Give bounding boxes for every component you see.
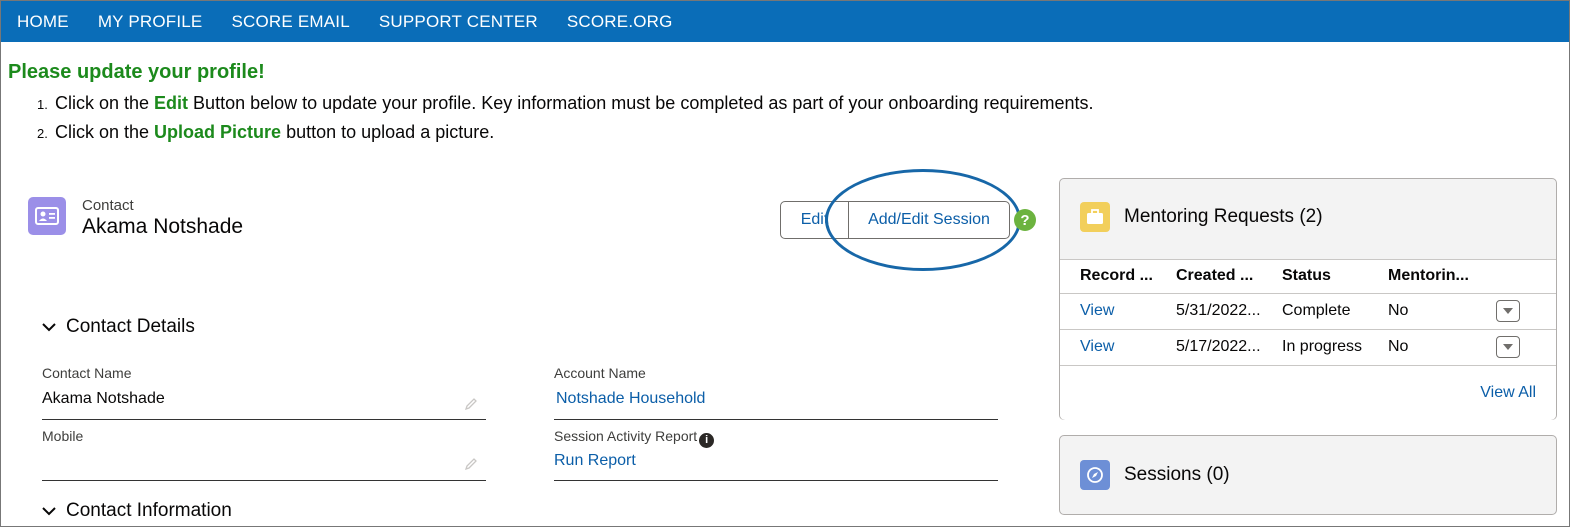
nav-support-center[interactable]: SUPPORT CENTER: [379, 12, 538, 32]
record-title: Akama Notshade: [82, 215, 244, 238]
nav-score-org[interactable]: SCORE.ORG: [567, 12, 673, 32]
pencil-icon[interactable]: [463, 456, 479, 472]
top-navigation: HOME MY PROFILE SCORE EMAIL SUPPORT CENT…: [1, 1, 1569, 42]
column-header[interactable]: Status: [1262, 260, 1368, 294]
contact-card-icon: [28, 197, 66, 235]
mentoring-table: Record ... Created ... Status Mentorin..…: [1060, 260, 1556, 366]
step-text-post: Button below to update your profile. Key…: [188, 93, 1094, 113]
field-divider: [554, 419, 998, 420]
briefcase-icon: [1080, 202, 1110, 232]
column-header-actions: [1476, 260, 1556, 294]
step-keyword: Edit: [154, 93, 189, 113]
chevron-down-icon: [42, 323, 56, 332]
field-divider: [42, 419, 486, 420]
row-status: Complete: [1262, 293, 1368, 330]
field-divider: [42, 480, 486, 481]
row-actions-cell: [1476, 293, 1556, 330]
sessions-card: Sessions (0): [1059, 435, 1557, 515]
notice-steps: 1. Click on the Edit Button below to upd…: [37, 93, 1094, 151]
row-action-menu-button[interactable]: [1496, 336, 1520, 358]
row-created: 5/31/2022...: [1156, 293, 1262, 330]
step-number: 2.: [37, 126, 48, 141]
highlight-annotation: [825, 169, 1021, 271]
notice-step: 2. Click on the Upload Picture button to…: [37, 122, 1094, 151]
step-text-pre: Click on the: [55, 93, 155, 113]
account-name-label: Account Name: [554, 365, 646, 381]
section-contact-details[interactable]: Contact Details: [39, 316, 195, 338]
notice-step: 1. Click on the Edit Button below to upd…: [37, 93, 1094, 122]
row-mentoring: No: [1368, 293, 1476, 330]
row-mentoring: No: [1368, 329, 1476, 366]
row-created: 5/17/2022...: [1156, 329, 1262, 366]
run-report-link[interactable]: Run Report: [554, 452, 636, 470]
view-all-link[interactable]: View All: [1480, 384, 1536, 402]
chevron-down-icon: [42, 507, 56, 516]
compass-icon: [1080, 460, 1110, 490]
section-title: Contact Information: [66, 500, 232, 521]
report-label-text: Session Activity Report: [554, 428, 698, 444]
notice-title: Please update your profile!: [8, 61, 265, 83]
nav-home[interactable]: HOME: [17, 12, 69, 32]
nav-my-profile[interactable]: MY PROFILE: [98, 12, 203, 32]
contact-name-label: Contact Name: [42, 365, 132, 381]
mobile-label: Mobile: [42, 428, 84, 444]
help-icon[interactable]: ?: [1014, 209, 1036, 231]
row-actions-cell: [1476, 329, 1556, 366]
step-text-pre: Click on the: [55, 122, 155, 142]
column-header[interactable]: Created ...: [1156, 260, 1262, 294]
card-header: Mentoring Requests (2): [1080, 202, 1323, 232]
table-header-row: Record ... Created ... Status Mentorin..…: [1060, 260, 1556, 294]
table-row: View 5/17/2022... In progress No: [1060, 329, 1556, 366]
row-view-link[interactable]: View: [1060, 329, 1156, 366]
pencil-icon[interactable]: [463, 396, 479, 412]
column-header[interactable]: Record ...: [1060, 260, 1156, 294]
info-icon[interactable]: i: [699, 432, 715, 448]
section-title: Contact Details: [66, 316, 195, 337]
row-view-link[interactable]: View: [1060, 293, 1156, 330]
card-header: Sessions (0): [1080, 460, 1230, 490]
account-name-link[interactable]: Notshade Household: [556, 390, 705, 408]
section-contact-information[interactable]: Contact Information: [39, 500, 232, 522]
triangle-down-icon: [1503, 308, 1513, 314]
page-frame: HOME MY PROFILE SCORE EMAIL SUPPORT CENT…: [0, 0, 1570, 527]
step-number: 1.: [37, 97, 48, 112]
row-action-menu-button[interactable]: [1496, 300, 1520, 322]
record-type-label: Contact: [82, 197, 134, 214]
card-body: Record ... Created ... Status Mentorin..…: [1060, 259, 1556, 420]
field-divider: [554, 480, 998, 481]
table-row: View 5/31/2022... Complete No: [1060, 293, 1556, 330]
nav-score-email[interactable]: SCORE EMAIL: [231, 12, 349, 32]
triangle-down-icon: [1503, 344, 1513, 350]
step-text-post: button to upload a picture.: [281, 122, 495, 142]
contact-name-value: Akama Notshade: [42, 390, 165, 407]
card-title[interactable]: Sessions (0): [1124, 464, 1230, 486]
card-title[interactable]: Mentoring Requests (2): [1124, 206, 1323, 228]
column-header[interactable]: Mentorin...: [1368, 260, 1476, 294]
mentoring-requests-card: Mentoring Requests (2) Record ... Create…: [1059, 178, 1557, 420]
session-activity-report-label: Session Activity Report i: [554, 428, 715, 448]
step-keyword: Upload Picture: [154, 122, 282, 142]
row-status: In progress: [1262, 329, 1368, 366]
